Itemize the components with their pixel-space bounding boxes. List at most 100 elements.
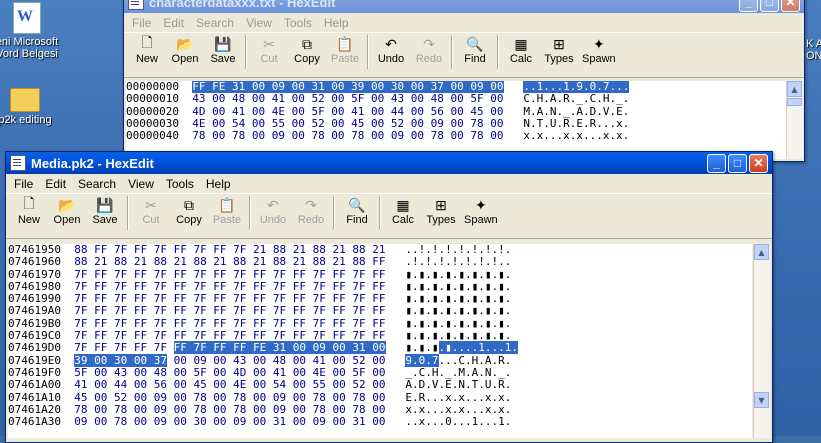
row-ascii[interactable]: ▮.▮.▮.▮.▮.▮.▮.▮. — [405, 329, 511, 342]
toolbar-redo-button[interactable]: ↷ Redo — [296, 196, 326, 227]
hex-row[interactable]: 07461A30 09 00 78 00 09 00 30 00 09 00 3… — [8, 416, 752, 428]
row-ascii[interactable]: x.x...x.x...x.x. — [405, 403, 511, 416]
row-bytes[interactable]: 45 00 52 00 09 00 78 00 78 00 09 00 78 0… — [74, 391, 385, 404]
scroll-thumb[interactable] — [787, 98, 802, 106]
toolbar-copy-button[interactable]: ⧉ Copy — [174, 196, 204, 227]
row-ascii[interactable]: E.R...x.x...x.x. — [405, 391, 511, 404]
toolbar-types-button[interactable]: ⊞ Types — [426, 196, 456, 227]
menu-file[interactable]: File — [126, 16, 157, 30]
row-ascii[interactable]: N.T.U.R.E.R...x. — [523, 117, 629, 130]
row-bytes[interactable]: 43 00 48 00 41 00 52 00 5F 00 43 00 48 0… — [192, 92, 503, 105]
scroll-up-arrow-icon[interactable]: ▲ — [787, 81, 802, 97]
hexedit-window-front[interactable]: Media.pk2 - HexEdit _ □ ✕ File Edit Search… — [5, 151, 773, 443]
toolbar-redo-button[interactable]: ↷ Redo — [414, 35, 444, 66]
vertical-scrollbar[interactable]: ▲ — [786, 81, 803, 159]
minimize-button[interactable]: _ — [707, 153, 726, 173]
hex-view[interactable]: 07461950 88 FF 7F FF 7F FF 7F FF 7F 21 8… — [8, 244, 752, 438]
toolbar-types-button[interactable]: ⊞ Types — [544, 35, 574, 66]
row-bytes[interactable]: 7F FF 7F FF 7F FF 7F FF 7F FF 7F FF 7F F… — [74, 304, 385, 317]
toolbar-save-button[interactable]: 💾 Save — [208, 35, 238, 66]
toolbar-spawn-button[interactable]: ✦ Spawn — [464, 196, 498, 227]
row-bytes[interactable]: 78 00 78 00 09 00 78 00 78 00 09 00 78 0… — [74, 403, 385, 416]
menu-edit[interactable]: Edit — [157, 16, 190, 30]
toolbar-find-button[interactable]: 🔍 Find — [342, 196, 372, 227]
hex-row[interactable]: 00000040 78 00 78 00 09 00 78 00 78 00 0… — [126, 130, 786, 142]
menu-tools[interactable]: Tools — [278, 16, 318, 30]
hex-view[interactable]: 00000000 FF FE 31 00 09 00 31 00 39 00 3… — [126, 81, 786, 159]
row-ascii[interactable]: ..x...0...1...1. — [405, 415, 511, 428]
row-bytes[interactable]: 7F FF 7F FF 7F FF 7F FF 7F FF 7F FF 7F F… — [74, 280, 385, 293]
row-bytes[interactable]: 7F FF 7F FF 7F FF 7F FF 7F FF 7F FF 7F F… — [74, 292, 385, 305]
row-bytes[interactable]: 7F FF 7F FF 7F FF 7F FF 7F FF 7F FF 7F F… — [74, 317, 385, 330]
row-bytes[interactable]: 7F FF 7F FF 7F FF 7F FF 7F FF 7F FF 7F F… — [74, 268, 385, 281]
row-bytes[interactable]: 5F 00 43 00 48 00 5F 00 4D 00 41 00 4E 0… — [74, 366, 385, 379]
toolbar-separator — [249, 196, 251, 230]
maximize-button[interactable]: □ — [728, 153, 747, 173]
toolbar-new-button[interactable]: 🗋 New — [132, 34, 162, 65]
row-ascii[interactable]: A.D.V.E.N.T.U.R. — [405, 378, 511, 391]
menu-search[interactable]: Search — [190, 16, 240, 30]
minimize-button[interactable]: _ — [739, 0, 758, 12]
menu-search[interactable]: Search — [72, 177, 122, 191]
menu-view[interactable]: View — [122, 177, 160, 191]
menu-help[interactable]: Help — [318, 16, 355, 30]
row-bytes[interactable]: 7F FF 7F FF 7F FF 7F FF FF FE 31 00 09 0… — [74, 341, 386, 355]
row-ascii[interactable]: ▮.▮.▮.▮.▮.▮.▮.▮. — [405, 304, 511, 317]
toolbar-undo-button[interactable]: ↶ Undo — [376, 35, 406, 66]
row-bytes[interactable]: 78 00 78 00 09 00 78 00 78 00 09 00 78 0… — [192, 129, 503, 142]
row-bytes[interactable]: 09 00 78 00 09 00 30 00 09 00 31 00 09 0… — [74, 415, 385, 428]
row-ascii[interactable]: ▮.▮.▮.▮.▮.▮.▮.▮. — [405, 317, 511, 330]
row-ascii[interactable]: ▮.▮.▮.▮.▮.▮.▮.▮. — [405, 280, 511, 293]
row-bytes[interactable]: 41 00 44 00 56 00 45 00 4E 00 54 00 55 0… — [74, 378, 385, 391]
toolbar-spawn-button[interactable]: ✦ Spawn — [582, 35, 616, 66]
desktop-icon-folder[interactable]: p2k editing — [0, 88, 60, 126]
close-button[interactable]: ✕ — [781, 0, 800, 12]
scroll-up-arrow-icon[interactable]: ▲ — [754, 244, 769, 260]
row-bytes[interactable]: 88 21 88 21 88 21 88 21 88 21 88 21 88 2… — [74, 255, 385, 268]
vertical-scrollbar[interactable]: ▲ ▼ — [753, 244, 770, 438]
row-ascii[interactable]: _.C.H._.M.A.N._. — [405, 366, 511, 379]
toolbar-new-button[interactable]: 🗋 New — [14, 195, 44, 226]
desktop-icon-word[interactable]: eni Microsoft Vord Belgesi — [0, 2, 62, 60]
row-bytes[interactable]: FF FE 31 00 09 00 31 00 39 00 30 00 37 0… — [192, 81, 504, 93]
row-bytes[interactable]: 39 00 30 00 37 00 09 00 43 00 48 00 41 0… — [74, 353, 386, 367]
row-ascii[interactable]: .!.!.!.!.!.!.!.. — [405, 255, 511, 268]
toolbar-cut-button[interactable]: ✂ Cut — [254, 35, 284, 66]
toolbar-open-button[interactable]: 📂 Open — [170, 35, 200, 66]
toolbar-find-button[interactable]: 🔍 Find — [460, 35, 490, 66]
toolbar-calc-button[interactable]: ▦ Calc — [506, 35, 536, 66]
row-bytes[interactable]: 4D 00 41 00 4E 00 5F 00 41 00 44 00 56 0… — [192, 105, 503, 118]
close-button[interactable]: ✕ — [749, 153, 768, 173]
row-ascii[interactable]: C.H.A.R._.C.H._. — [523, 92, 629, 105]
toolbar-copy-button[interactable]: ⧉ Copy — [292, 35, 322, 66]
menu-edit[interactable]: Edit — [39, 177, 72, 191]
hexedit-window-back[interactable]: characterdataxxx.txt - HexEdit _ □ ✕ Fil… — [123, 0, 805, 162]
row-ascii[interactable]: x.x...x.x...x.x. — [523, 129, 629, 142]
row-ascii[interactable]: M.A.N._.A.D.V.E. — [523, 105, 629, 118]
menu-file[interactable]: File — [8, 177, 39, 191]
maximize-button[interactable]: □ — [760, 0, 779, 12]
row-bytes[interactable]: 88 FF 7F FF 7F FF 7F FF 7F 21 88 21 88 2… — [74, 244, 385, 256]
row-ascii[interactable]: 9.0.7...C.H.A.R. — [405, 353, 511, 367]
menu-tools[interactable]: Tools — [160, 177, 200, 191]
toolbar-cut-button[interactable]: ✂ Cut — [136, 196, 166, 227]
row-ascii[interactable]: ▮.▮.▮.▮.▮.▮.▮.▮. — [405, 292, 511, 305]
row-ascii[interactable]: ▮.▮.▮.▮.▮.▮.▮.▮. — [405, 268, 511, 281]
toolbar-paste-button[interactable]: 📋 Paste — [212, 196, 242, 227]
menu-help[interactable]: Help — [200, 177, 237, 191]
menu-view[interactable]: View — [240, 16, 278, 30]
title-bar[interactable]: characterdataxxx.txt - HexEdit _ □ ✕ — [124, 0, 804, 13]
row-bytes[interactable]: 7F FF 7F FF 7F FF 7F FF 7F FF 7F FF 7F F… — [74, 329, 385, 342]
scroll-down-arrow-icon[interactable]: ▼ — [754, 392, 769, 408]
title-bar[interactable]: Media.pk2 - HexEdit _ □ ✕ — [6, 152, 772, 174]
toolbar-paste-button[interactable]: 📋 Paste — [330, 35, 360, 66]
toolbar-save-button[interactable]: 💾 Save — [90, 196, 120, 227]
row-bytes[interactable]: 4E 00 54 00 55 00 52 00 45 00 52 00 09 0… — [192, 117, 503, 130]
toolbar-open-button[interactable]: 📂 Open — [52, 196, 82, 227]
ascii-text: x.x...x.x...x.x. — [405, 402, 512, 416]
toolbar-calc-button[interactable]: ▦ Calc — [388, 196, 418, 227]
row-ascii[interactable]: ..1...1.9.0.7... — [523, 81, 630, 93]
toolbar-undo-button[interactable]: ↶ Undo — [258, 196, 288, 227]
row-ascii[interactable]: ▮.▮.▮.▮....1...1. — [405, 341, 518, 355]
row-ascii[interactable]: ..!.!.!.!.!.!.!. — [405, 244, 511, 256]
